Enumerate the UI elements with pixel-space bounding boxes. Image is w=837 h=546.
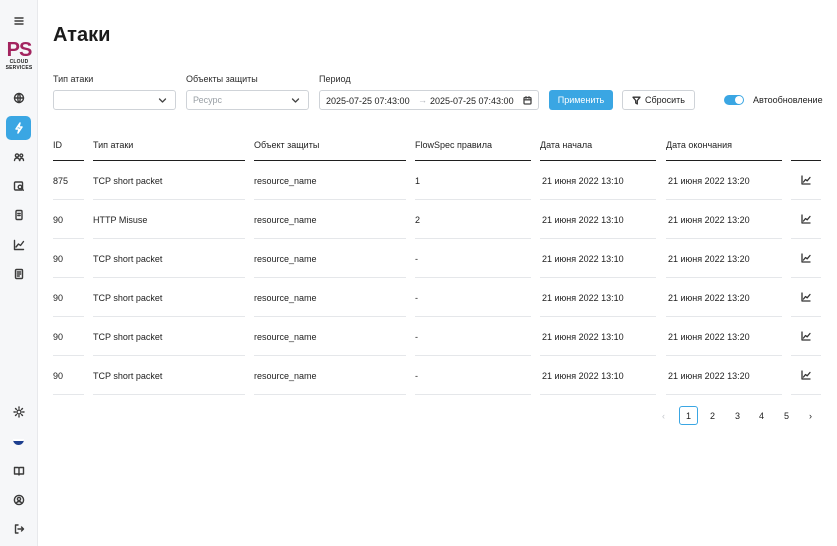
book-icon[interactable]: [9, 461, 29, 481]
autoupdate-toggle[interactable]: [724, 95, 744, 105]
flag-icon[interactable]: [13, 439, 24, 445]
cell-id: 90: [53, 200, 84, 239]
cell-id: 90: [53, 278, 84, 317]
pagination-prev-button[interactable]: ‹: [654, 406, 673, 425]
pagination-page-5[interactable]: 5: [777, 406, 796, 425]
chart-icon[interactable]: [791, 356, 821, 395]
cell-attack-type: HTTP Misuse: [93, 200, 245, 239]
cell-end-date: 21 июня 2022 13:20: [666, 317, 782, 356]
chevron-down-icon: [291, 96, 300, 105]
range-arrow-icon: →: [418, 95, 427, 105]
reset-button-label: Сбросить: [644, 95, 685, 105]
cell-flowspec: 1: [415, 161, 531, 200]
protected-objects-select[interactable]: Ресурс: [186, 90, 309, 110]
cell-start-date: 21 июня 2022 13:10: [540, 317, 656, 356]
cell-flowspec: 2: [415, 200, 531, 239]
protected-objects-label: Объекты защиты: [186, 74, 258, 84]
period-to[interactable]: 2025-07-25 07:43:00: [430, 96, 514, 106]
cell-flowspec: -: [415, 239, 531, 278]
pagination-page-3[interactable]: 3: [728, 406, 747, 425]
column-header-end-date: Дата окончания: [666, 140, 782, 161]
sun-icon[interactable]: [9, 402, 29, 422]
cell-protected-object: resource_name: [254, 317, 406, 356]
logo-line2: SERVICES: [5, 64, 33, 71]
apply-button[interactable]: Применить: [549, 90, 613, 110]
chevron-down-icon: [158, 96, 167, 105]
attack-type-select[interactable]: [53, 90, 176, 110]
pagination-page-2[interactable]: 2: [703, 406, 722, 425]
logo-mark: PS: [6, 39, 33, 61]
period-from[interactable]: 2025-07-25 07:43:00: [326, 96, 410, 106]
chart-icon[interactable]: [791, 317, 821, 356]
chart-icon[interactable]: [791, 278, 821, 317]
cell-id: 90: [53, 317, 84, 356]
cell-protected-object: resource_name: [254, 356, 406, 395]
cell-attack-type: TCP short packet: [93, 239, 245, 278]
resource-search-icon[interactable]: [9, 176, 29, 196]
report-icon[interactable]: [9, 264, 29, 284]
users-icon[interactable]: [9, 147, 29, 167]
pagination-page-4[interactable]: 4: [752, 406, 771, 425]
attacks-nav-button[interactable]: [6, 116, 31, 140]
logout-icon[interactable]: [9, 519, 29, 539]
pagination-next-button[interactable]: ›: [801, 406, 820, 425]
period-label: Период: [319, 74, 351, 84]
cell-start-date: 21 июня 2022 13:10: [540, 239, 656, 278]
cell-attack-type: TCP short packet: [93, 278, 245, 317]
document-icon[interactable]: [9, 205, 29, 225]
cell-protected-object: resource_name: [254, 239, 406, 278]
toggle-knob: [735, 96, 743, 104]
cell-attack-type: TCP short packet: [93, 161, 245, 200]
cell-protected-object: resource_name: [254, 161, 406, 200]
logo: PS CLOUD SERVICES: [5, 39, 33, 71]
column-header-start-date: Дата начала: [540, 140, 656, 161]
cell-start-date: 21 июня 2022 13:10: [540, 200, 656, 239]
cell-id: 90: [53, 239, 84, 278]
cell-flowspec: -: [415, 356, 531, 395]
cell-end-date: 21 июня 2022 13:20: [666, 161, 782, 200]
filter-icon: [632, 96, 641, 105]
cell-attack-type: TCP short packet: [93, 356, 245, 395]
cell-flowspec: -: [415, 278, 531, 317]
column-header-id: ID: [53, 140, 84, 161]
chart-icon[interactable]: [791, 200, 821, 239]
calendar-icon[interactable]: [523, 96, 532, 107]
cell-protected-object: resource_name: [254, 278, 406, 317]
cell-protected-object: resource_name: [254, 200, 406, 239]
cell-id: 90: [53, 356, 84, 395]
cell-flowspec: -: [415, 317, 531, 356]
cell-start-date: 21 июня 2022 13:10: [540, 161, 656, 200]
cell-attack-type: TCP short packet: [93, 317, 245, 356]
pagination-page-1[interactable]: 1: [679, 406, 698, 425]
chart-icon[interactable]: [791, 161, 821, 200]
lightning-icon: [14, 122, 23, 134]
cell-id: 875: [53, 161, 84, 200]
cell-end-date: 21 июня 2022 13:20: [666, 356, 782, 395]
cell-end-date: 21 июня 2022 13:20: [666, 278, 782, 317]
chart-icon[interactable]: [791, 239, 821, 278]
reset-button[interactable]: Сбросить: [622, 90, 695, 110]
globe-icon[interactable]: [9, 88, 29, 108]
column-header-protected-object: Объект защиты: [254, 140, 406, 161]
protected-objects-placeholder: Ресурс: [193, 95, 223, 105]
cell-start-date: 21 июня 2022 13:10: [540, 278, 656, 317]
period-range-picker[interactable]: 2025-07-25 07:43:00 → 2025-07-25 07:43:0…: [319, 90, 539, 110]
chart-icon[interactable]: [9, 235, 29, 255]
cell-end-date: 21 июня 2022 13:20: [666, 200, 782, 239]
sidebar: PS CLOUD SERVICES: [0, 0, 38, 546]
column-header-actions: [791, 140, 821, 161]
page-title: Атаки: [53, 24, 111, 46]
column-header-attack-type: Тип атаки: [93, 140, 245, 161]
profile-icon[interactable]: [9, 490, 29, 510]
menu-icon[interactable]: [9, 11, 29, 31]
cell-end-date: 21 июня 2022 13:20: [666, 239, 782, 278]
autoupdate-label: Автообновление: [753, 95, 823, 105]
cell-start-date: 21 июня 2022 13:10: [540, 356, 656, 395]
attack-type-label: Тип атаки: [53, 74, 94, 84]
column-header-flowspec: FlowSpec правила: [415, 140, 531, 161]
